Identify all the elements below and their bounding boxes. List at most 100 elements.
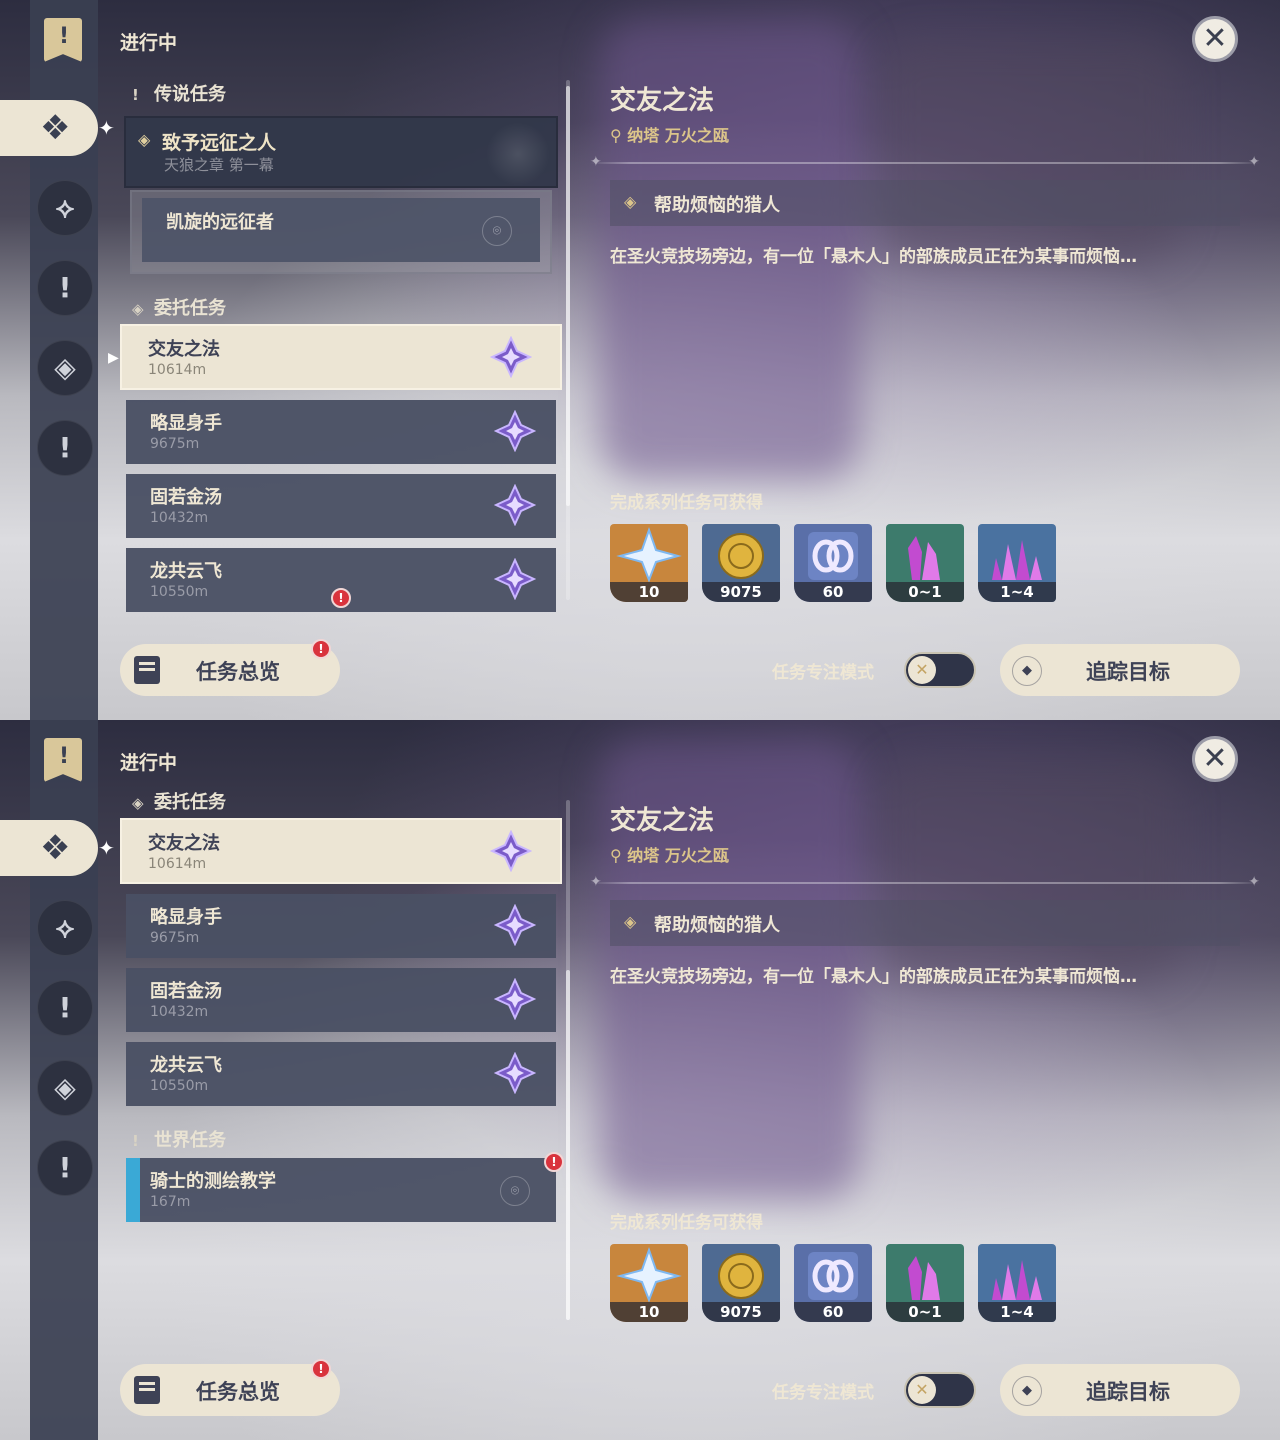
focus-mode-toggle[interactable]: ✕ xyxy=(904,652,976,688)
quest-location: ⚲ 纳塔 万火之瓯 xyxy=(610,846,729,865)
reward-crystal-cluster[interactable]: 1~4 xyxy=(978,1244,1056,1322)
step-diamond-icon: ◈ xyxy=(624,192,637,211)
track-target-button[interactable]: ◆ 追踪目标 xyxy=(1000,1364,1240,1416)
legend-quest-icon: ! xyxy=(132,86,139,104)
focus-mode-label: 任务专注模式 xyxy=(772,663,874,683)
reward-count: 1~4 xyxy=(978,1302,1056,1322)
reward-primogem[interactable]: 10 xyxy=(610,1244,688,1322)
quest-step: ◈ 帮助烦恼的猎人 xyxy=(610,180,1240,226)
nav-archon-tab[interactable]: ⟡ xyxy=(37,900,93,956)
commission-star-icon xyxy=(494,904,536,946)
overview-alert-badge: ! xyxy=(311,639,331,659)
commission-name: 交友之法 xyxy=(148,339,220,360)
nav-commission-tab[interactable]: ❖ ✦ xyxy=(0,820,115,876)
track-label: 追踪目标 xyxy=(1086,660,1170,684)
nav-event-tab[interactable]: ◈ xyxy=(37,340,93,396)
reward-crystal-chunk[interactable]: 0~1 xyxy=(886,524,964,602)
in-progress-heading: 进行中 xyxy=(120,752,178,774)
reward-count: 1~4 xyxy=(978,582,1056,602)
overview-list-icon xyxy=(134,656,160,684)
reward-mora[interactable]: 9075 xyxy=(702,1244,780,1322)
commission-item-0[interactable]: 交友之法 10614m xyxy=(120,818,562,884)
commission-section-icon: ◈ xyxy=(132,300,144,318)
quest-location: ⚲ 纳塔 万火之瓯 xyxy=(610,126,729,145)
track-target-button[interactable]: ◆ 追踪目标 xyxy=(1000,644,1240,696)
sparkle-icon: ✦ xyxy=(98,116,115,140)
world-section-label: ! 世界任务 xyxy=(132,1130,226,1151)
title-divider: ✦ ✦ xyxy=(590,874,1260,890)
quest-description: 在圣火竞技场旁边，有一位「悬木人」的部族成员正在为某事而烦恼… xyxy=(610,247,1137,267)
reward-crystal-cluster[interactable]: 1~4 xyxy=(978,524,1056,602)
adventure-exp-icon xyxy=(808,532,858,580)
nav-archon-tab[interactable]: ⟡ xyxy=(37,180,93,236)
reward-count: 0~1 xyxy=(886,1302,964,1322)
commission-distance: 9675m xyxy=(150,436,200,452)
commission-star-icon xyxy=(494,484,536,526)
legend-diamond-icon: ◈ xyxy=(138,130,151,149)
commission-name: 固若金汤 xyxy=(150,487,222,508)
nav-story-tab[interactable]: ! xyxy=(37,260,93,316)
reward-adventure-exp[interactable]: 60 xyxy=(794,524,872,602)
close-button[interactable]: ✕ xyxy=(1192,16,1238,62)
track-label: 追踪目标 xyxy=(1086,1380,1170,1404)
toggle-off-icon: ✕ xyxy=(908,656,936,684)
commission-star-icon xyxy=(494,978,536,1020)
adventure-exp-icon xyxy=(808,1252,858,1300)
commission-item-1[interactable]: 略显身手 9675m xyxy=(126,400,556,464)
crystal-cluster-icon xyxy=(992,1260,1042,1300)
track-diamond-icon: ◆ xyxy=(1012,656,1042,686)
reward-mora[interactable]: 9075 xyxy=(702,524,780,602)
commission-item-2[interactable]: 固若金汤 10432m xyxy=(126,968,556,1032)
commission-icon: ❖ xyxy=(40,108,71,148)
commission-name: 固若金汤 xyxy=(150,981,222,1002)
location-pin-icon: ⚲ xyxy=(610,126,628,145)
nav-world-tab[interactable]: ! xyxy=(37,420,93,476)
commission-distance: 10432m xyxy=(150,510,209,526)
legend-quest-card[interactable]: ◈ 致予远征之人 天狼之章 第一幕 xyxy=(124,116,558,188)
commission-item-0[interactable]: 交友之法 10614m xyxy=(120,324,562,390)
nav-world-tab[interactable]: ! xyxy=(37,1140,93,1196)
scroll-thumb[interactable] xyxy=(566,86,570,506)
reward-primogem[interactable]: 10 xyxy=(610,524,688,602)
commission-distance: 10432m xyxy=(150,1004,209,1020)
quest-overview-button[interactable]: 任务总览 xyxy=(120,644,340,696)
nav-commission-tab[interactable]: ❖ ✦ xyxy=(0,100,115,156)
location-pin-icon[interactable]: ⌾ xyxy=(482,216,512,246)
location-pin-icon[interactable]: ⌾ xyxy=(500,1176,530,1206)
focus-mode-toggle[interactable]: ✕ xyxy=(904,1372,976,1408)
commission-section-label: ◈ 委托任务 xyxy=(132,298,226,319)
legend-sub-quest[interactable]: 凯旋的远征者 ⌾ xyxy=(142,198,540,262)
commission-distance: 9675m xyxy=(150,930,200,946)
overview-label: 任务总览 xyxy=(196,1380,280,1404)
crystal-chunk-icon xyxy=(908,1256,940,1300)
commission-distance: 10614m xyxy=(148,362,207,378)
world-quest-track-bar xyxy=(126,1158,140,1222)
nav-story-tab[interactable]: ! xyxy=(37,980,93,1036)
nav-event-tab[interactable]: ◈ xyxy=(37,1060,93,1116)
commission-star-icon xyxy=(494,558,536,600)
wolf-emblem-icon xyxy=(486,122,550,186)
step-diamond-icon: ◈ xyxy=(624,912,637,931)
reward-adventure-exp[interactable]: 60 xyxy=(794,1244,872,1322)
commission-distance: 10550m xyxy=(150,584,209,600)
world-quest-item[interactable]: 骑士的测绘教学 167m ⌾ xyxy=(126,1158,556,1222)
legend-sub-quest-title: 凯旋的远征者 xyxy=(166,212,274,233)
step-text: 帮助烦恼的猎人 xyxy=(654,195,780,216)
legend-quest-chapter: 天狼之章 第一幕 xyxy=(164,156,274,174)
commission-name: 龙共云飞 xyxy=(150,561,222,582)
commission-item-3[interactable]: 龙共云飞 10550m xyxy=(126,1042,556,1106)
quest-overview-button[interactable]: 任务总览 xyxy=(120,1364,340,1416)
commission-distance: 10550m xyxy=(150,1078,209,1094)
scroll-thumb[interactable] xyxy=(566,970,570,1320)
title-divider: ✦ ✦ xyxy=(590,154,1260,170)
rewards-heading: 完成系列任务可获得 xyxy=(610,493,763,513)
location-pin-icon: ⚲ xyxy=(610,846,628,865)
overview-label: 任务总览 xyxy=(196,660,280,684)
commission-item-2[interactable]: 固若金汤 10432m xyxy=(126,474,556,538)
commission-distance: 10614m xyxy=(148,856,207,872)
commission-item-1[interactable]: 略显身手 9675m xyxy=(126,894,556,958)
world-quest-icon: ! xyxy=(132,1132,139,1150)
reward-crystal-chunk[interactable]: 0~1 xyxy=(886,1244,964,1322)
reward-count: 60 xyxy=(794,1302,872,1322)
close-button[interactable]: ✕ xyxy=(1192,736,1238,782)
